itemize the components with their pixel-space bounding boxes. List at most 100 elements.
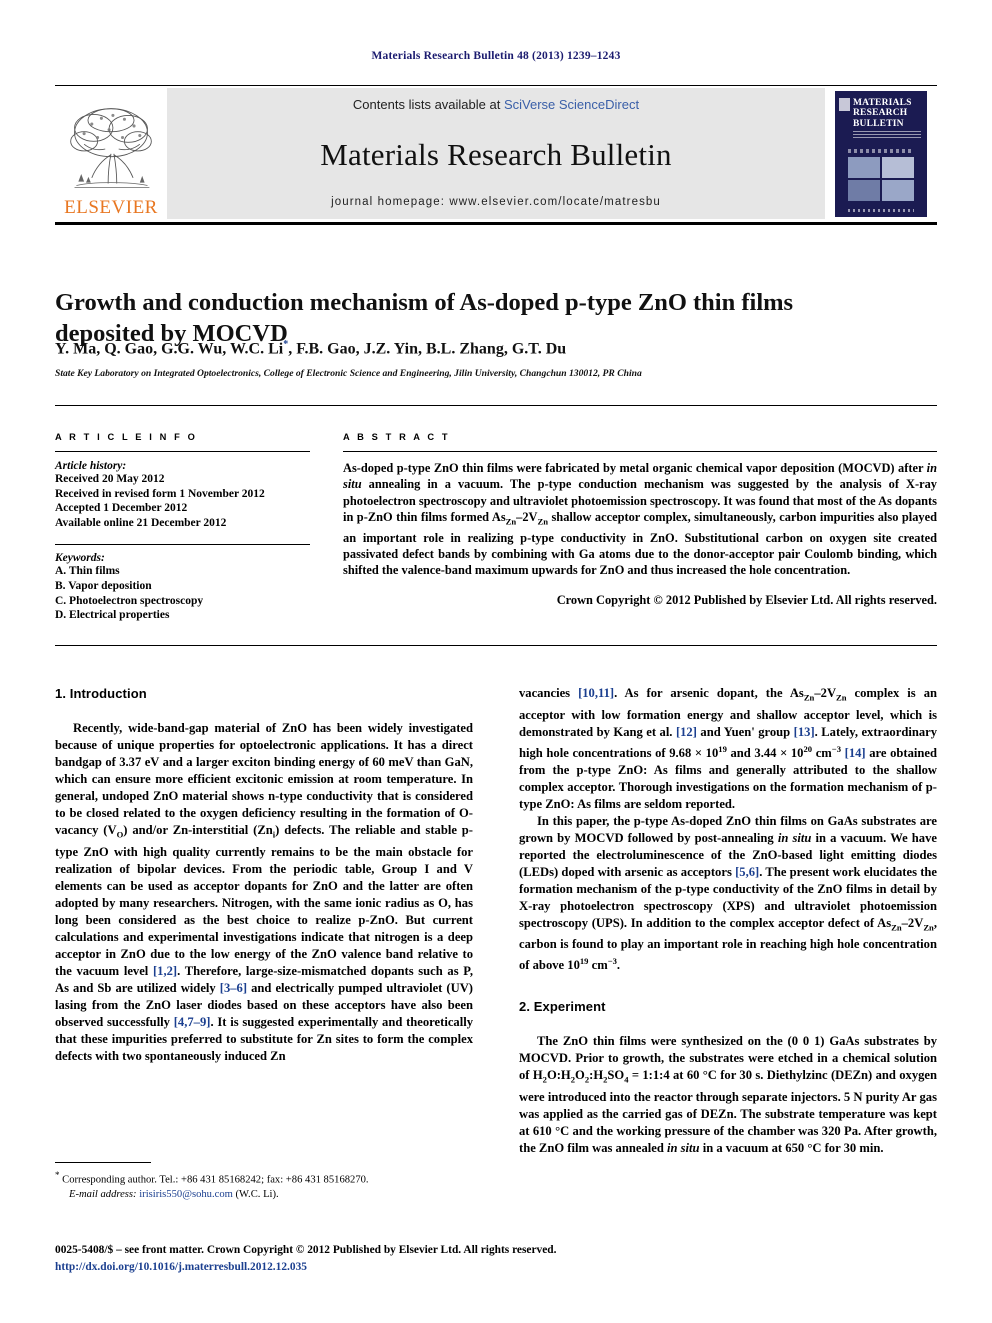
footnote-rule — [55, 1162, 151, 1163]
cover-image-cell — [848, 156, 880, 178]
right-a: vacancies — [519, 686, 579, 700]
right-sub-zn4: Zn — [923, 922, 934, 933]
section-heading-introduction: 1. Introduction — [55, 686, 147, 701]
abstract-box: A B S T R A C T As-doped p-type ZnO thin… — [343, 432, 937, 608]
sciencedirect-link[interactable]: SciVerse ScienceDirect — [504, 97, 639, 112]
rule-top — [55, 85, 937, 86]
affiliation: State Key Laboratory on Integrated Optoe… — [55, 368, 642, 379]
right2-f: cm — [588, 958, 608, 973]
insitu-2: in situ — [777, 830, 812, 845]
history-item: Received in revised form 1 November 2012 — [55, 487, 265, 500]
keywords-list: A. Thin films B. Vapor deposition C. Pho… — [55, 564, 310, 622]
journal-cover-thumbnail: MATERIALS RESEARCH BULLETIN — [825, 88, 937, 219]
corresponding-author-note: * Corresponding author. Tel.: +86 431 85… — [55, 1168, 485, 1188]
running-head: Materials Research Bulletin 48 (2013) 12… — [371, 50, 621, 62]
paper-scope-paragraph: In this paper, the p-type As-doped ZnO t… — [519, 813, 937, 975]
cover-title-text: MATERIALS RESEARCH BULLETIN — [853, 98, 923, 130]
history-item: Accepted 1 December 2012 — [55, 502, 188, 515]
exp-c: O — [575, 1068, 585, 1083]
citation-1-2[interactable]: [1,2] — [153, 964, 177, 978]
rule-thick — [55, 222, 937, 225]
citation-10-11[interactable]: [10,11] — [578, 686, 614, 700]
cover-image-cell — [882, 179, 914, 201]
rule-mid — [55, 405, 937, 406]
authors-suffix: , F.B. Gao, J.Z. Yin, B.L. Zhang, G.T. D… — [288, 340, 567, 358]
intro-continuation-paragraph: vacancies [10,11]. As for arsenic dopant… — [519, 685, 937, 813]
cover-subtitle-lines — [853, 130, 921, 138]
section-heading-experiment: 2. Experiment — [519, 999, 606, 1015]
right-sub-zn3: Zn — [891, 922, 902, 933]
email-note: E-mail address: irisiris550@sohu.com (W.… — [55, 1188, 485, 1202]
history-item: Available online 21 December 2012 — [55, 516, 227, 529]
rule-bottom — [55, 645, 937, 646]
right2-d: –2V — [901, 915, 924, 930]
intro-c: ) defects. The reliable and stable p-typ… — [55, 823, 473, 978]
intro-paragraph: Recently, wide-band-gap material of ZnO … — [55, 720, 473, 1065]
cover-title-line1: MATERIALS — [853, 97, 912, 108]
right-b: . As for arsenic dopant, the As — [614, 686, 804, 700]
article-info-heading: A R T I C L E I N F O — [55, 432, 198, 442]
cover-image-cell — [882, 156, 914, 178]
abstract-divider — [343, 451, 937, 452]
abstract-copyright: Crown Copyright © 2012 Published by Else… — [556, 592, 937, 607]
elsevier-logo: ELSEVIER — [55, 88, 167, 219]
abstract-text: As-doped p-type ZnO thin films were fabr… — [343, 460, 937, 579]
body-column-left: 1. Introduction Recently, wide-band-gap … — [55, 685, 473, 1065]
citation-4-7-9[interactable]: [4,7–9] — [174, 1015, 211, 1029]
right-c: –2V — [814, 686, 837, 700]
abstract-part1: As-doped p-type ZnO thin films were fabr… — [343, 461, 927, 475]
cover-publisher-mark-icon — [839, 97, 850, 111]
masthead-center: Contents lists available at SciVerse Sci… — [167, 88, 825, 219]
citation-3-6[interactable]: [3–6] — [220, 981, 247, 995]
cover-image-cell — [848, 179, 880, 201]
keyword-item: B. Vapor deposition — [55, 579, 152, 592]
authors-prefix: Y. Ma, Q. Gao, G.G. Wu, W.C. Li — [55, 340, 284, 358]
footnote-block: * Corresponding author. Tel.: +86 431 85… — [55, 1168, 485, 1202]
right-sub-zn2: Zn — [836, 692, 847, 703]
contents-prefix: Contents lists available at — [352, 97, 504, 112]
paper-page: Materials Research Bulletin 48 (2013) 12… — [0, 0, 992, 1323]
cover-caption-band — [848, 148, 914, 153]
sup-minus3b: −3 — [607, 956, 617, 967]
citation-13[interactable]: [13] — [794, 725, 815, 739]
sup-minus3: −3 — [831, 743, 841, 754]
intro-a: Recently, wide-band-gap material of ZnO … — [55, 721, 473, 837]
body-column-right: vacancies [10,11]. As for arsenic dopant… — [519, 685, 937, 1157]
exp-d: :H — [589, 1068, 604, 1083]
right2-g: . — [616, 958, 621, 973]
cover-title-line3: BULLETIN — [853, 118, 904, 129]
info-divider — [55, 451, 310, 452]
abstract-sub1: Zn — [505, 516, 517, 527]
abstract-heading: A B S T R A C T — [343, 432, 451, 442]
doi-link[interactable]: http://dx.doi.org/10.1016/j.materresbull… — [55, 1261, 935, 1273]
experiment-paragraph: The ZnO thin films were synthesized on t… — [519, 1033, 937, 1157]
article-history-label: Article history: — [55, 460, 127, 472]
journal-homepage-link[interactable]: journal homepage: www.elsevier.com/locat… — [331, 196, 661, 208]
right-sub-zn1: Zn — [803, 692, 815, 703]
abstract-sub2: Zn — [537, 516, 549, 527]
keyword-item: C. Photoelectron spectroscopy — [55, 594, 204, 607]
author-list: Y. Ma, Q. Gao, G.G. Wu, W.C. Li*, F.B. G… — [55, 339, 925, 358]
citation-12[interactable]: [12] — [676, 725, 697, 739]
citation-5-6[interactable]: [5,6] — [735, 865, 759, 879]
exp-b: O:H — [546, 1068, 571, 1083]
contents-list-line: Contents lists available at SciVerse Sci… — [353, 97, 639, 112]
cover-image-grid — [848, 156, 914, 201]
insitu-3: in situ — [667, 1140, 700, 1155]
citation-14[interactable]: [14] — [845, 746, 866, 760]
right-g: and 3.44 × 10 — [726, 745, 804, 760]
article-history-list: Received 20 May 2012 Received in revised… — [55, 472, 310, 530]
cover-footer-band — [848, 208, 914, 212]
keywords-divider — [55, 544, 310, 546]
keyword-item: D. Electrical properties — [55, 609, 170, 622]
article-info-box: A R T I C L E I N F O Article history: R… — [55, 432, 310, 623]
journal-masthead: ELSEVIER Contents lists available at Sci… — [55, 88, 937, 219]
right-h: cm — [812, 745, 832, 760]
exp-e: SO — [607, 1068, 625, 1083]
email-address-link[interactable]: irisiris550@sohu.com — [139, 1189, 233, 1200]
cover-title-line2: RESEARCH — [853, 108, 908, 118]
exp-g: in a vacuum at 650 °C for 30 min. — [699, 1140, 884, 1155]
history-item: Received 20 May 2012 — [55, 473, 165, 485]
elsevier-wordmark: ELSEVIER — [64, 197, 158, 218]
keywords-label: Keywords: — [55, 552, 105, 565]
